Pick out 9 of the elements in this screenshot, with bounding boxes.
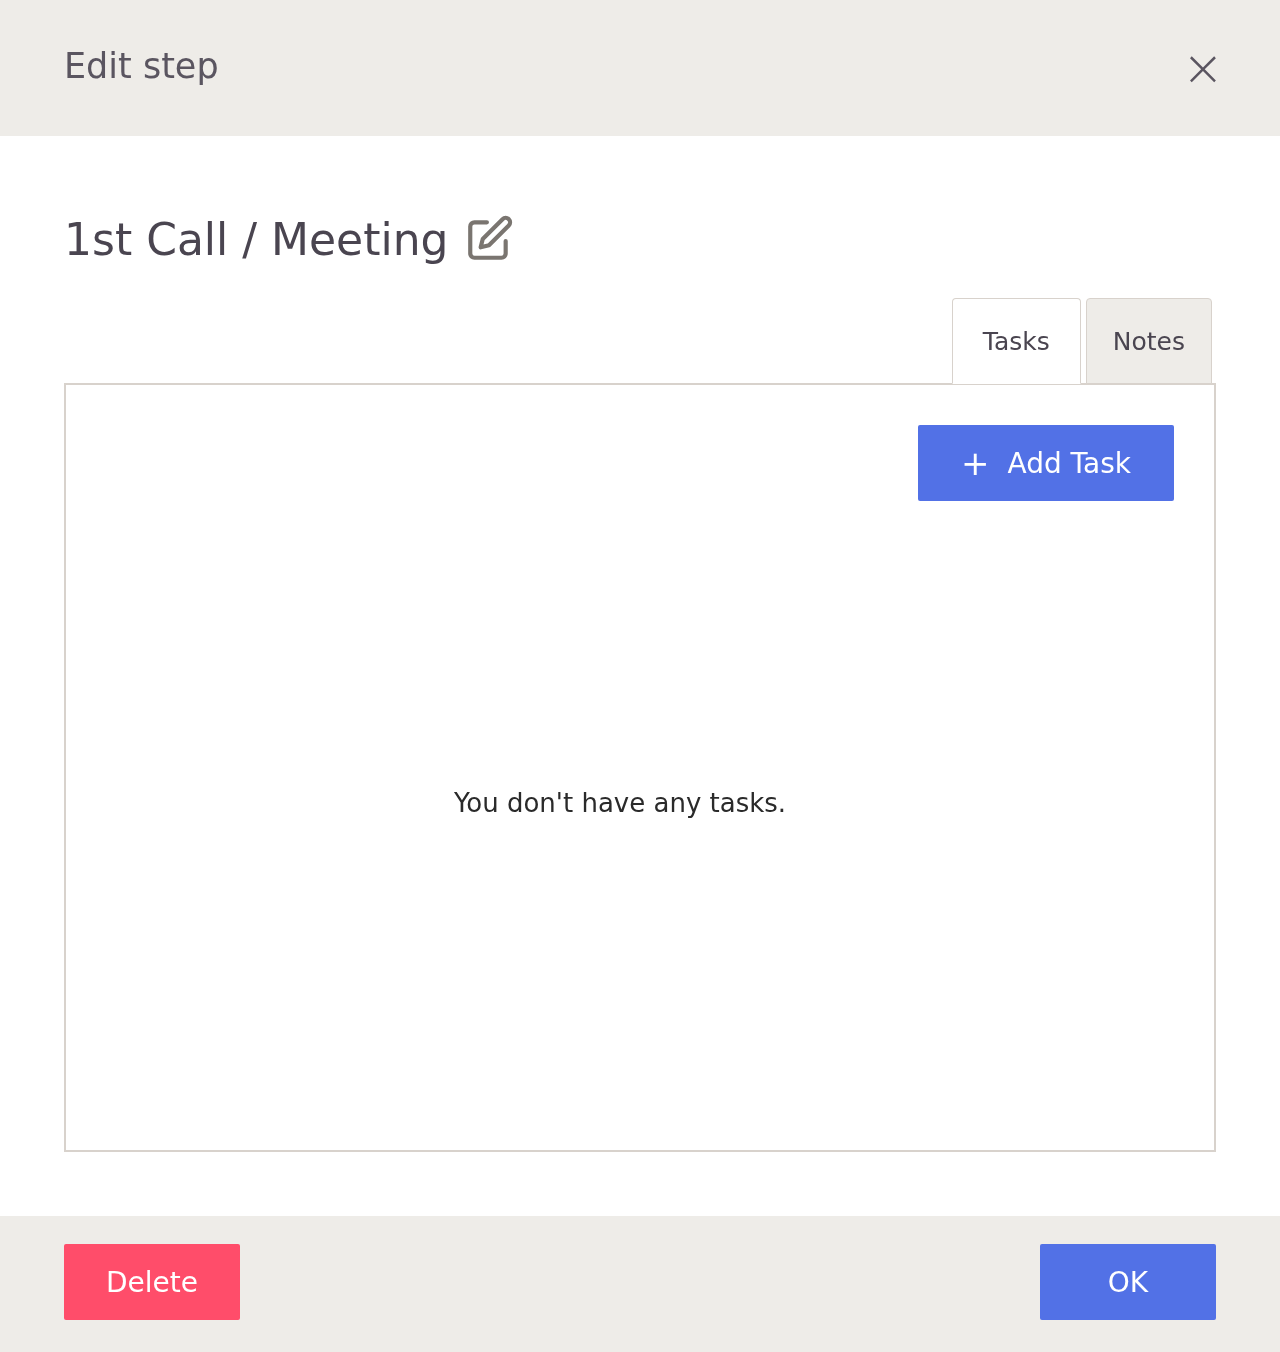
dialog-title: Edit step [64, 46, 219, 86]
tab[interactable]: Notes [1085, 298, 1212, 384]
close-button[interactable]: × [1182, 48, 1224, 88]
empty-message: You don't have any tasks. [452, 788, 788, 818]
ok-button[interactable]: OK [1040, 1244, 1216, 1320]
tab[interactable]: Tasks [951, 298, 1081, 384]
add-task-button[interactable]: + Add Task [918, 425, 1174, 501]
delete-button[interactable]: Delete [64, 1244, 240, 1320]
step-name: 1st Call / Meeting [64, 213, 449, 265]
